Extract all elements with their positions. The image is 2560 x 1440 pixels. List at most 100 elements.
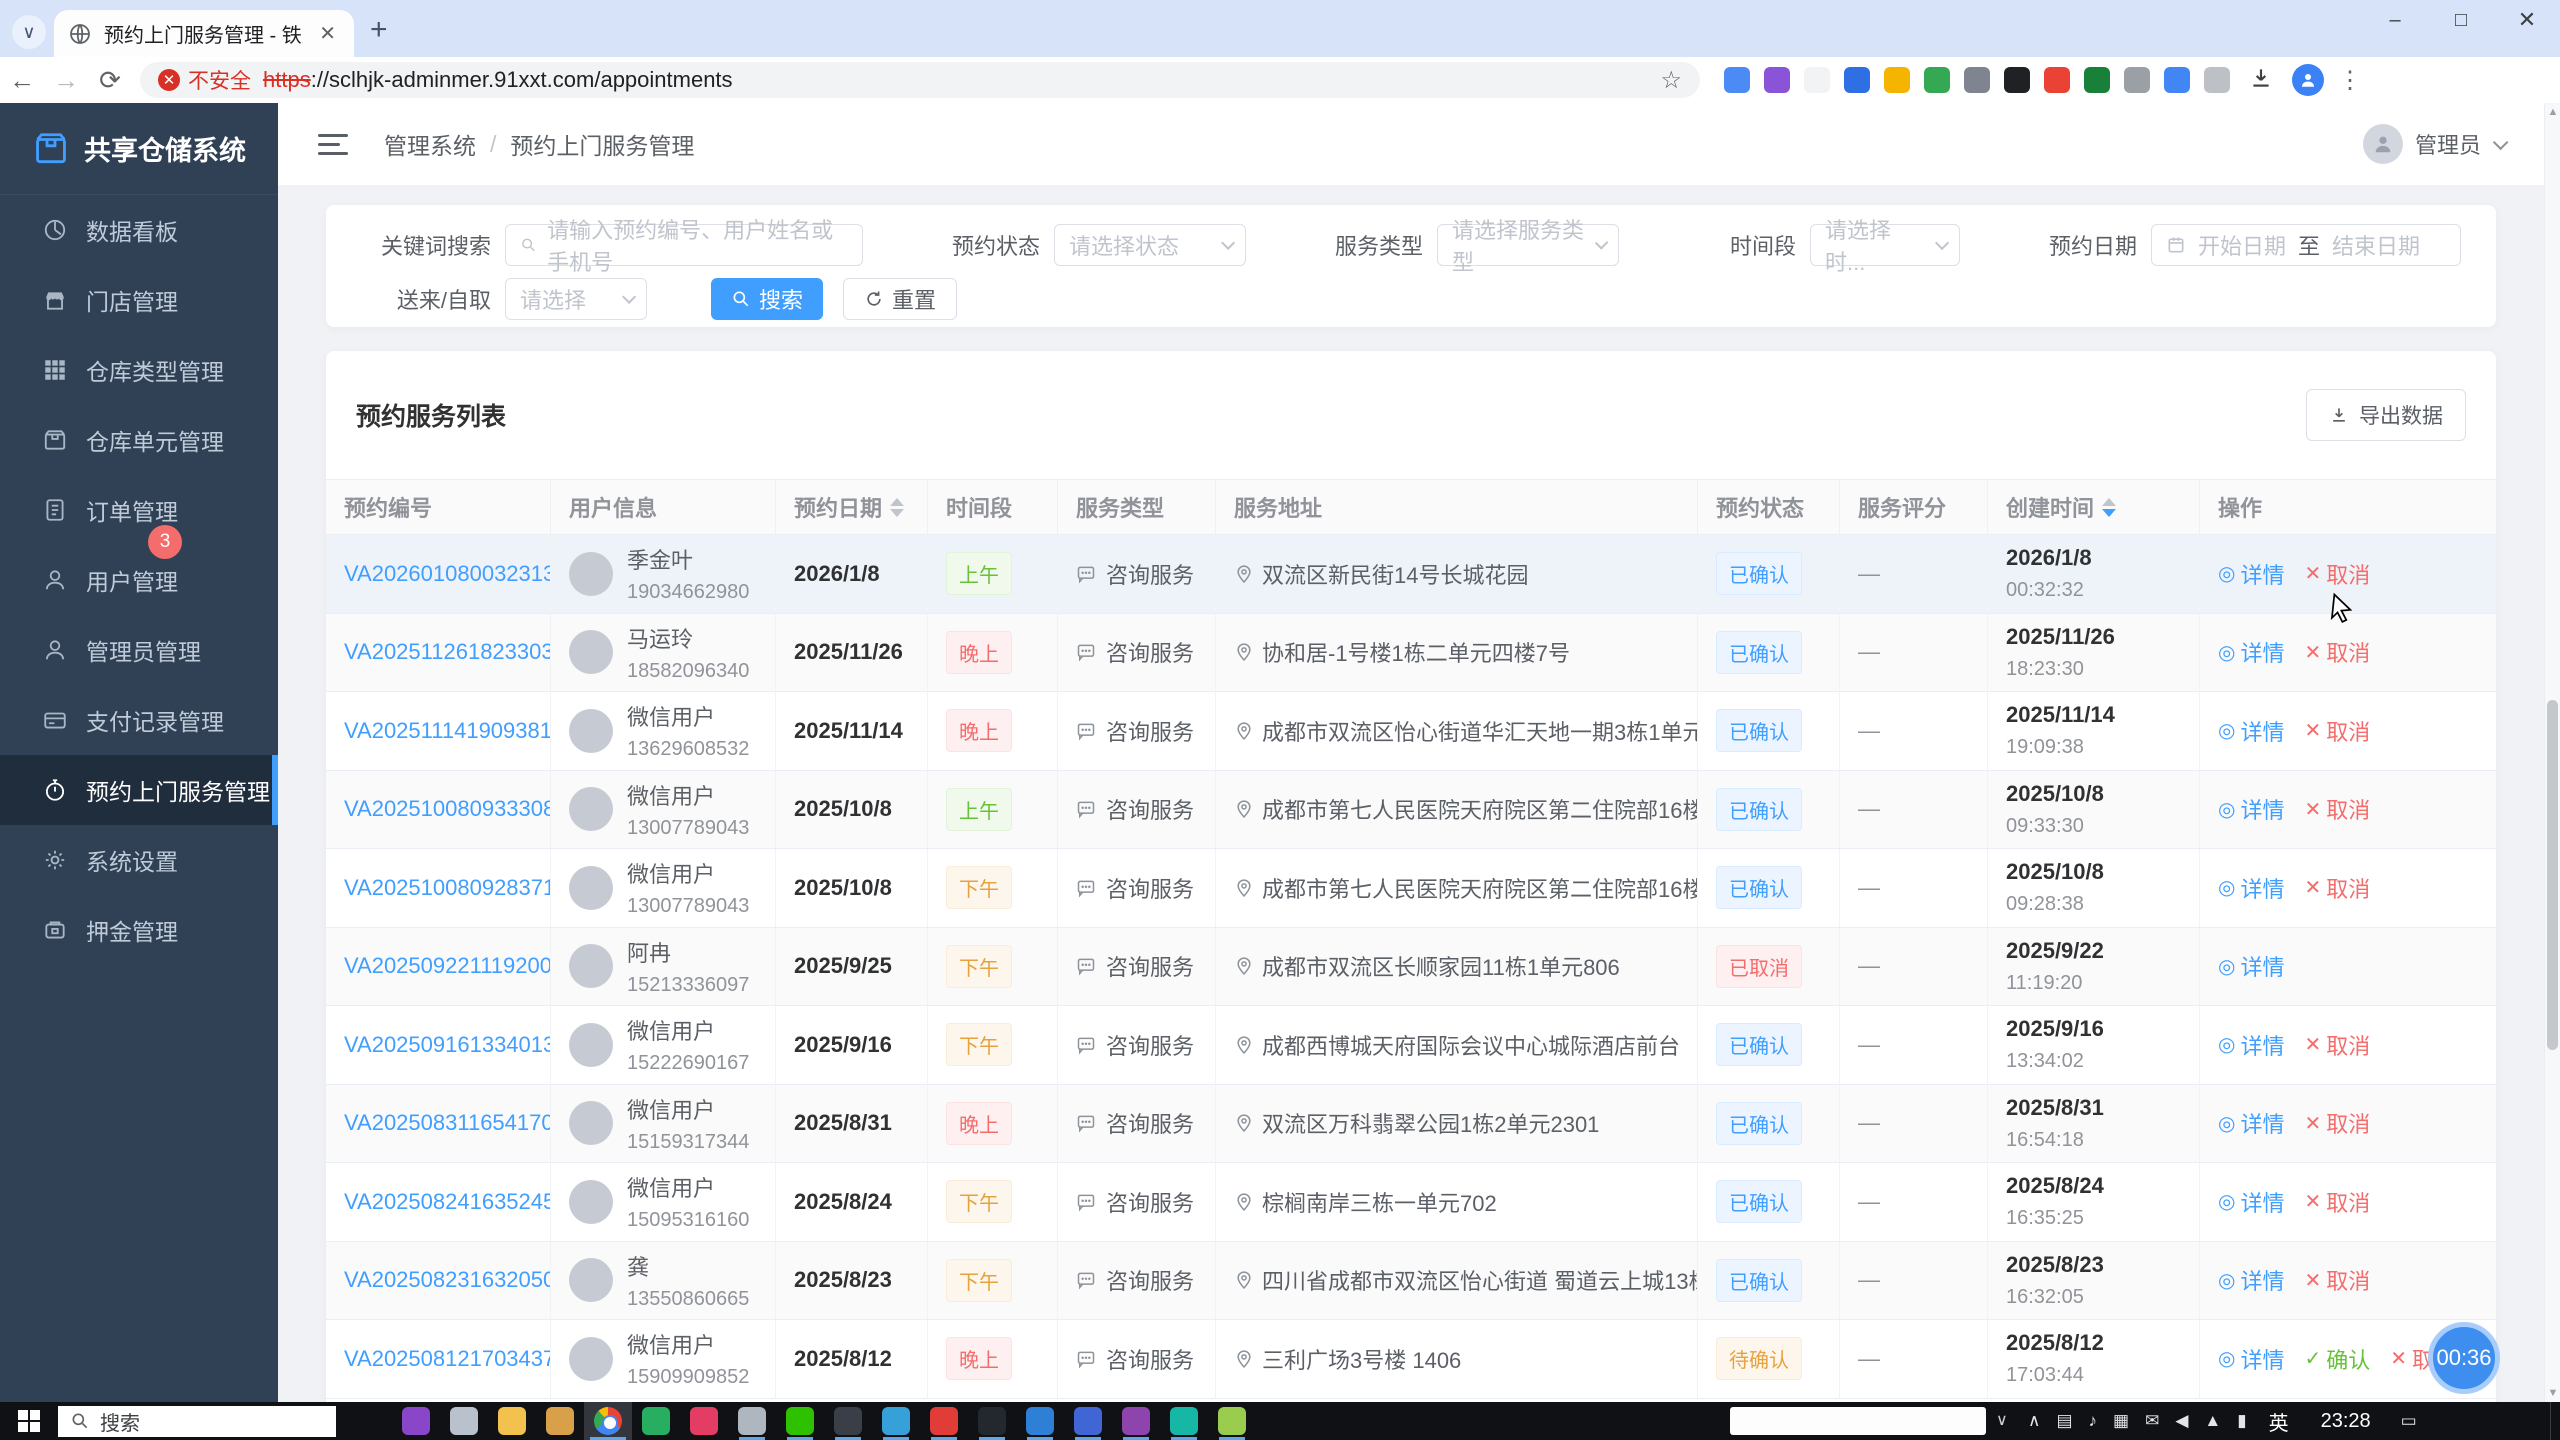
cancel-action[interactable]: ✕取消 [2304, 1107, 2370, 1139]
extension-icon[interactable] [1924, 67, 1950, 93]
appointment-id-link[interactable]: VA20250812170343792 [344, 1346, 550, 1372]
media-player-taskbar-icon[interactable] [392, 1402, 440, 1440]
music-icon[interactable]: ♪ [2089, 1411, 2098, 1431]
notification-center-icon[interactable]: ▭ [2401, 1411, 2417, 1431]
sidebar-item-8[interactable]: 预约上门服务管理 [0, 755, 278, 825]
forward-button[interactable]: → [44, 60, 88, 100]
sidebar-item-5[interactable]: 用户管理 [0, 545, 278, 615]
scrollbar-thumb[interactable] [2547, 700, 2558, 1050]
recording-timer-bubble[interactable]: 00:36 [2428, 1322, 2500, 1394]
chevron-down-icon[interactable]: ∨ [1996, 1410, 2008, 1430]
extension-icon[interactable] [1764, 67, 1790, 93]
sidebar-item-3[interactable]: 仓库单元管理 [0, 405, 278, 475]
wps-taskbar-icon[interactable] [920, 1402, 968, 1440]
minimize-button[interactable]: – [2362, 0, 2428, 40]
detail-action[interactable]: ◎ 详情 [2218, 1343, 2284, 1375]
browser-profile-avatar[interactable] [2292, 64, 2324, 96]
sidebar-item-1[interactable]: 门店管理 [0, 265, 278, 335]
cancel-action[interactable]: ✕取消 [2304, 1186, 2370, 1218]
huorong-security-taskbar-icon[interactable] [632, 1402, 680, 1440]
cancel-action[interactable]: ✕取消 [2304, 793, 2370, 825]
status-select[interactable]: 请选择状态 [1054, 224, 1246, 266]
u-shield-taskbar-icon[interactable] [1064, 1402, 1112, 1440]
show-desktop-button[interactable] [2550, 1402, 2560, 1440]
detail-action[interactable]: ◎ 详情 [2218, 872, 2284, 904]
taskbar-search[interactable]: 搜索 [58, 1405, 336, 1437]
wechat-taskbar-icon[interactable] [776, 1402, 824, 1440]
not-secure-badge[interactable]: ✕ 不安全 [158, 65, 251, 95]
appointment-id-link[interactable]: VA20251114190938126 [344, 718, 550, 744]
detail-action[interactable]: ◎ 详情 [2218, 950, 2284, 982]
volume-icon[interactable]: ◀ [2175, 1411, 2188, 1431]
start-button[interactable] [0, 1402, 58, 1440]
file-explorer-taskbar-icon[interactable] [488, 1402, 536, 1440]
sidebar-item-10[interactable]: 押金管理 [0, 895, 278, 965]
appointment-id-link[interactable]: VA20250823163205035 [344, 1267, 550, 1293]
sidebar-item-9[interactable]: 系统设置 [0, 825, 278, 895]
message-icon[interactable]: ✉ [2145, 1411, 2159, 1431]
extension-icon[interactable] [2124, 67, 2150, 93]
projector-taskbar-icon[interactable] [728, 1402, 776, 1440]
page-scrollbar[interactable]: ▲ ▼ [2544, 103, 2560, 1402]
detail-action[interactable]: ◎ 详情 [2218, 1264, 2284, 1296]
downloads-icon[interactable] [2248, 65, 2274, 96]
chrome-taskbar-icon[interactable] [584, 1402, 632, 1440]
cancel-action[interactable]: ✕取消 [2304, 872, 2370, 904]
scroll-down-icon[interactable]: ▼ [2545, 1387, 2560, 1399]
export-data-button[interactable]: 导出数据 [2306, 389, 2466, 441]
appointment-id-link[interactable]: VA20250916133401319 [344, 1032, 550, 1058]
detail-action[interactable]: ◎ 详情 [2218, 1107, 2284, 1139]
time-slot-select[interactable]: 请选择时... [1810, 218, 1960, 275]
input-language-indicator[interactable]: 英 [2269, 1407, 2289, 1436]
appointment-id-link[interactable]: VA20251008093330809 [344, 796, 550, 822]
appointment-id-link[interactable]: VA2025112618233038 [344, 639, 550, 665]
browser-360-taskbar-icon[interactable] [872, 1402, 920, 1440]
browser-menu-icon[interactable]: ⋮ [2338, 66, 2362, 95]
appointment-id-link[interactable]: VA20250922111920068 [344, 953, 550, 979]
notepad-taskbar-icon[interactable] [1208, 1402, 1256, 1440]
search-button[interactable]: 搜索 [711, 278, 824, 320]
bitwarden-taskbar-icon[interactable] [1112, 1402, 1160, 1440]
security-icon[interactable]: ▤ [2056, 1411, 2072, 1431]
cancel-action[interactable]: ✕取消 [2304, 1264, 2370, 1296]
extension-icon[interactable] [1884, 67, 1910, 93]
date-range-picker[interactable]: 开始日期 至 结束日期 [2151, 224, 2461, 266]
scroll-up-icon[interactable]: ▲ [2545, 106, 2560, 118]
battery-icon[interactable]: ▮ [2237, 1411, 2246, 1431]
cancel-action[interactable]: ✕取消 [2304, 715, 2370, 747]
network-icon[interactable]: ▲ [2204, 1411, 2221, 1431]
sort-carets-icon[interactable] [890, 497, 905, 517]
sidebar-item-6[interactable]: 管理员管理 [0, 615, 278, 685]
appointment-id-link[interactable]: VA20250831165417070 [344, 1110, 550, 1136]
extension-icon[interactable] [1804, 67, 1830, 93]
breadcrumb-root[interactable]: 管理系统 [384, 127, 476, 161]
extension-icon[interactable] [2164, 67, 2190, 93]
sidebar-item-7[interactable]: 支付记录管理 [0, 685, 278, 755]
detail-action[interactable]: ◎ 详情 [2218, 793, 2284, 825]
edge-taskbar-icon[interactable] [1016, 1402, 1064, 1440]
appointment-id-link[interactable]: VA20250824163524570 [344, 1189, 550, 1215]
back-button[interactable]: ← [0, 60, 44, 100]
address-bar[interactable]: ✕ 不安全 https://sclhjk-adminmer.91xxt.com/… [140, 62, 1700, 98]
sidebar-item-2[interactable]: 仓库类型管理 [0, 335, 278, 405]
collapse-menu-icon[interactable] [318, 133, 348, 155]
display-icon[interactable]: ▦ [2113, 1411, 2129, 1431]
netease-music-taskbar-icon[interactable] [680, 1402, 728, 1440]
browser-tab[interactable]: 预约上门服务管理 - 铁虎迷你仓 ✕ [54, 10, 354, 57]
extension-icon[interactable] [2004, 67, 2030, 93]
terminal-taskbar-icon[interactable] [968, 1402, 1016, 1440]
delivery-select[interactable]: 请选择 [505, 278, 647, 320]
close-window-button[interactable]: ✕ [2494, 0, 2560, 40]
tab-close-icon[interactable]: ✕ [315, 21, 340, 46]
extension-icon[interactable] [1964, 67, 1990, 93]
appointment-id-link[interactable]: VA20251008092837159 [344, 875, 550, 901]
cancel-action[interactable]: ✕取消 [2304, 558, 2370, 590]
notes-taskbar-icon[interactable] [536, 1402, 584, 1440]
confirm-action[interactable]: ✓ 确认 [2304, 1343, 2370, 1375]
reload-button[interactable]: ⟳ [88, 60, 132, 100]
new-tab-button[interactable]: + [370, 13, 388, 47]
extension-icon[interactable] [2204, 67, 2230, 93]
cancel-action[interactable]: ✕取消 [2304, 1029, 2370, 1061]
tim-taskbar-icon[interactable] [440, 1402, 488, 1440]
chevron-up-icon[interactable]: ∧ [2028, 1411, 2040, 1431]
